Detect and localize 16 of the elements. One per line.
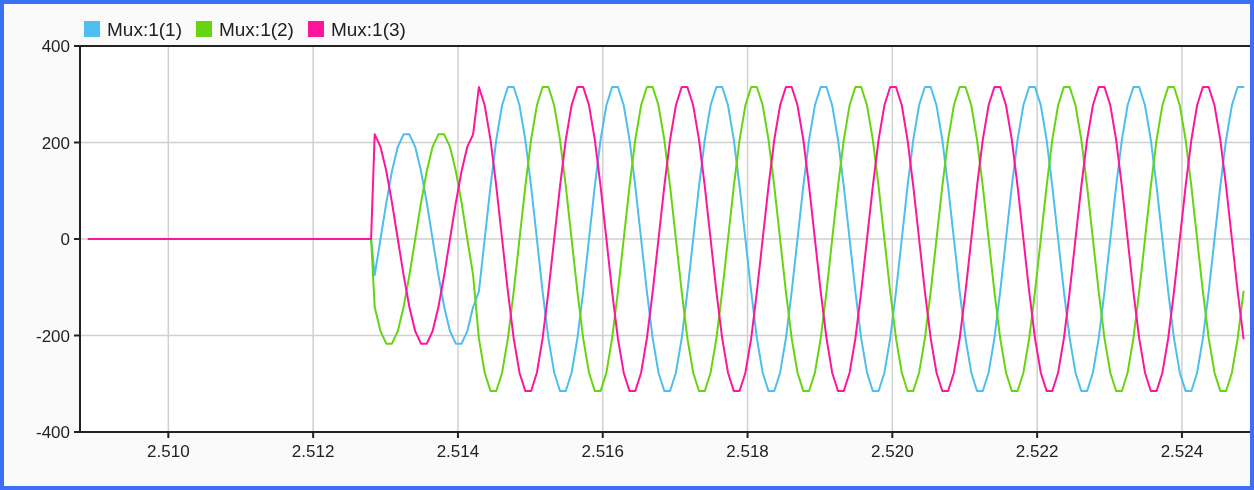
- axis-tick-label: 2.520: [871, 442, 914, 461]
- axis-tick-label: 2.518: [726, 442, 769, 461]
- axis-tick-label: 2.510: [147, 442, 190, 461]
- axis-tick-label: 2.512: [291, 442, 335, 461]
- legend-label: Mux:1(2): [218, 19, 294, 39]
- axis-tick-label: -200: [35, 326, 70, 346]
- legend-label: Mux:1(3): [330, 19, 406, 39]
- axis-tick-label: 400: [41, 37, 70, 56]
- axis-tick-label: 0: [60, 230, 70, 249]
- axis-tick-label: 2.514: [436, 442, 480, 461]
- legend-label: Mux:1(1): [107, 19, 182, 39]
- axis-tick-label: 200: [41, 133, 70, 153]
- axis-tick-label: 2.522: [1015, 442, 1059, 461]
- axis-tick-label: 2.516: [581, 442, 624, 461]
- axis-tick-label: 2.524: [1160, 442, 1204, 461]
- axis-tick-label: -400: [35, 423, 70, 442]
